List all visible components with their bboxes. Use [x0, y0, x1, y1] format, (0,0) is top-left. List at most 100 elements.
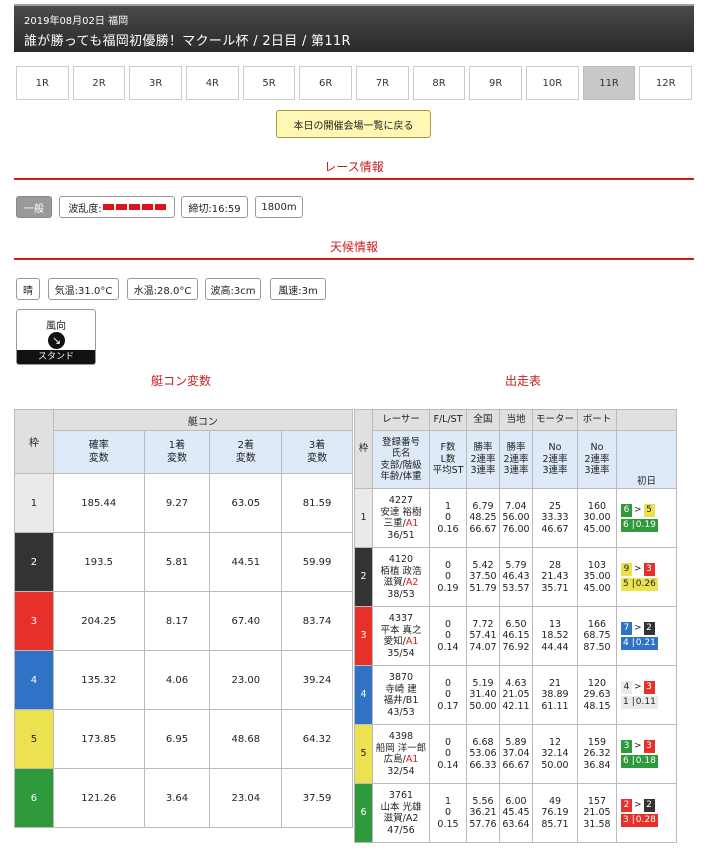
boatcon-row: 3 204.25 8.17 67.40 83.74 — [14, 591, 353, 651]
racer-age-weight: 35/54 — [387, 647, 415, 659]
race-tab-4r[interactable]: 4R — [186, 66, 239, 100]
racer-id: 4398 — [388, 731, 414, 742]
entries-zenkoku-subheader: 勝率 2連率 3連率 — [466, 430, 500, 489]
racer-name[interactable]: 山本 光雄 — [373, 802, 429, 814]
entry-boat: 103 35.00 45.00 — [577, 547, 617, 607]
boatcon-second-value: 67.40 — [209, 591, 283, 651]
entries-table: 枠 レーサー F/L/ST 全国 当地 モーター ボート 登録番号 氏名 支部/… — [354, 409, 677, 843]
entry-boat: 159 26.32 36.84 — [577, 724, 617, 784]
race-tab-8r[interactable]: 8R — [412, 66, 466, 100]
entry-motor: 49 76.19 85.71 — [532, 783, 578, 843]
racer-name[interactable]: 平本 真之 — [373, 625, 429, 637]
entry-zenkoku: 5.42 37.50 51.79 — [466, 547, 500, 607]
boatcon-waku: 4 — [14, 650, 54, 710]
race-tab-9r[interactable]: 9R — [469, 66, 523, 100]
racer-name[interactable]: 寺崎 建 — [373, 684, 429, 696]
racer-branch: 滋賀/A2 — [383, 577, 419, 588]
boatcon-waku: 2 — [14, 532, 54, 592]
wave-level-chip: 波乱度: — [59, 196, 175, 218]
wave-level-label: 波乱度: — [68, 203, 102, 215]
entry-zenkoku: 6.79 48.25 66.67 — [466, 488, 500, 548]
race-tab-5r[interactable]: 5R — [242, 66, 296, 100]
race-tab-10r[interactable]: 10R — [526, 66, 579, 100]
entry-racer: 3761 山本 光雄 滋賀/A2 47/56 — [372, 783, 430, 843]
entry-motor: 28 21.43 35.71 — [532, 547, 578, 607]
entry-flst: 1 0 0.16 — [429, 488, 467, 548]
entries-touchi-header: 当地 — [499, 409, 533, 431]
boatcon-first-value: 9.27 — [143, 473, 211, 533]
race-tab-11r[interactable]: 11R — [582, 66, 636, 100]
boatcon-first-value: 6.95 — [143, 709, 211, 769]
entries-flst-subheader: F数 L数 平均ST — [429, 430, 467, 489]
entry-zenkoku: 5.19 31.40 50.00 — [466, 665, 500, 725]
entry-motor: 21 38.89 61.11 — [532, 665, 578, 725]
boatcon-second-value: 44.51 — [209, 532, 283, 592]
boatcon-row: 6 121.26 3.64 23.04 37.59 — [14, 768, 353, 828]
entries-title: 出走表 — [505, 374, 542, 388]
wave-level-meter — [102, 204, 166, 210]
entry-waku: 5 — [354, 724, 373, 784]
racer-name[interactable]: 船岡 洋一郎 — [373, 743, 429, 755]
entries-boat-header: ボート — [577, 409, 617, 431]
racer-age-weight: 36/51 — [387, 529, 415, 541]
entry-first-day: 6 >5 6 | 0.19 — [616, 488, 677, 548]
entries-flst-header: F/L/ST — [429, 409, 467, 431]
entry-flst: 0 0 0.17 — [429, 665, 467, 725]
entry-boat: 120 29.63 48.15 — [577, 665, 617, 725]
entry-racer: 4120 栢植 政浩 滋賀/A2 38/53 — [372, 547, 430, 607]
boatcon-rate-value: 173.85 — [52, 709, 145, 769]
entry-row: 2 4120 栢植 政浩 滋賀/A2 38/53 0 0 0.19 5.42 37.50 51.79… — [354, 547, 677, 607]
boatcon-third-value: 39.24 — [281, 650, 353, 710]
entry-touchi: 7.04 56.00 76.00 — [499, 488, 533, 548]
boatcon-third-header: 3着 変数 — [281, 430, 353, 474]
boatcon-table: 枠 艇コン 確率 変数 1着 変数 2着 変数 3着 変数 1 185.44 9.2… — [14, 409, 354, 828]
entry-first-day: 9 >3 5 | 0.26 — [616, 547, 677, 607]
racer-branch: 愛知/A1 — [383, 636, 419, 647]
race-tab-6r[interactable]: 6R — [299, 66, 353, 100]
racer-id: 3761 — [388, 790, 414, 801]
racer-name[interactable]: 栢植 政浩 — [373, 566, 429, 578]
entry-boat: 166 68.75 87.50 — [577, 606, 617, 666]
entry-racer: 3870 寺崎 建福井/B1 43/53 — [372, 665, 430, 725]
boatcon-rate-value: 185.44 — [52, 473, 145, 533]
race-tab-12r[interactable]: 12R — [639, 66, 693, 100]
boatcon-waku: 3 — [14, 591, 54, 651]
entry-zenkoku: 7.72 57.41 74.07 — [466, 606, 500, 666]
race-info-heading: レース情報 — [14, 158, 694, 180]
entry-first-day: 2 >2 3 | 0.28 — [616, 783, 677, 843]
boatcon-third-value: 59.99 — [281, 532, 353, 592]
wind-direction-panel: 風向 ↘ スタンド — [16, 309, 96, 365]
entries-motor-header: モーター — [532, 409, 578, 431]
back-to-venues-button[interactable]: 本日の開催会場一覧に戻る — [276, 110, 431, 138]
entry-waku: 1 — [354, 488, 373, 548]
boatcon-first-value: 8.17 — [143, 591, 211, 651]
race-tab-7r[interactable]: 7R — [356, 66, 409, 100]
boatcon-rate-header: 確率 変数 — [52, 430, 145, 474]
racer-name[interactable]: 安達 裕樹 — [373, 507, 429, 519]
entry-touchi: 6.00 45.45 63.64 — [499, 783, 533, 843]
boatcon-waku: 1 — [14, 473, 54, 533]
boatcon-row: 2 193.5 5.81 44.51 59.99 — [14, 532, 353, 592]
boatcon-rate-value: 193.5 — [52, 532, 145, 592]
race-tab-3r[interactable]: 3R — [129, 66, 183, 100]
race-tab-2r[interactable]: 2R — [72, 66, 126, 100]
entries-racer-header: レーサー — [372, 409, 430, 431]
air-temp-chip: 気温:31.0°C — [48, 278, 119, 300]
entry-racer: 4227 安達 裕樹 三重/A1 36/51 — [372, 488, 430, 548]
boatcon-waku: 6 — [14, 768, 54, 828]
entry-touchi: 6.50 46.15 76.92 — [499, 606, 533, 666]
entries-table-viewport[interactable]: 枠 レーサー F/L/ST 全国 当地 モーター ボート 登録番号 氏名 支部/… — [354, 409, 694, 845]
water-temp-chip: 水温:28.0°C — [127, 278, 198, 300]
entry-first-day: 4 >3 1 | 0.11 — [616, 665, 677, 725]
entry-row: 5 4398 船岡 洋一郎 広島/A1 32/54 0 0 0.14 6.68 53.06 66.3… — [354, 724, 677, 784]
entry-flst: 1 0 0.15 — [429, 783, 467, 843]
entry-row: 1 4227 安達 裕樹 三重/A1 36/51 1 0 0.16 6.79 48.25 66.67… — [354, 488, 677, 548]
boatcon-third-value: 64.32 — [281, 709, 353, 769]
weather-heading: 天候情報 — [14, 238, 694, 260]
boatcon-waku: 5 — [14, 709, 54, 769]
boatcon-row: 1 185.44 9.27 63.05 81.59 — [14, 473, 353, 533]
race-tab-1r[interactable]: 1R — [16, 66, 69, 100]
entry-touchi: 5.89 37.04 66.67 — [499, 724, 533, 784]
grade-badge: 一般 — [16, 196, 52, 218]
entries-boat-subheader: No 2連率 3連率 — [577, 430, 617, 489]
